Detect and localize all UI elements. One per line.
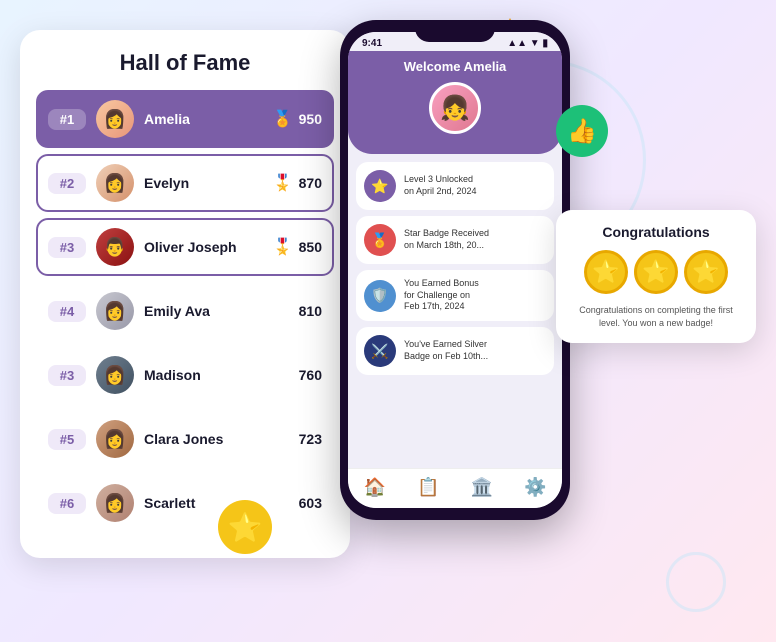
stars-row: ⭐ ⭐ ⭐ xyxy=(570,250,742,294)
phone-notch xyxy=(415,20,495,42)
congrats-popup: Congratulations ⭐ ⭐ ⭐ Congratulations on… xyxy=(556,210,756,343)
avatar: 👨 xyxy=(96,228,134,266)
avatar: 👩 xyxy=(96,356,134,394)
hall-of-fame-title: Hall of Fame xyxy=(36,50,334,76)
avatar: 👩 xyxy=(96,164,134,202)
activity-text: Star Badge Receivedon March 18th, 20... xyxy=(404,228,489,251)
leaderboard-row[interactable]: #5 👩 Clara Jones 723 xyxy=(36,410,334,468)
leaderboard-row[interactable]: #3 👨 Oliver Joseph 🎖️ 850 xyxy=(36,218,334,276)
star-icon-2: ⭐ xyxy=(634,250,678,294)
leaderboard-row[interactable]: #2 👩 Evelyn 🎖️ 870 xyxy=(36,154,334,212)
nav-settings-icon[interactable]: ⚙️ xyxy=(524,477,546,498)
leaderboard-row[interactable]: #3 👩 Madison 760 xyxy=(36,346,334,404)
nav-activity-icon[interactable]: 📋 xyxy=(417,477,439,498)
player-name: Evelyn xyxy=(144,175,273,191)
status-time: 9:41 xyxy=(362,38,382,49)
phone-body: 9:41 ▲▲ ▼ ▮ Welcome Amelia 👧 ⭐ Level 3 U… xyxy=(340,20,570,520)
rank-badge: #1 xyxy=(48,109,86,130)
activity-icon: 🏅 xyxy=(364,224,396,256)
star-decoration: ⭐ xyxy=(218,500,272,554)
activity-icon: ⭐ xyxy=(364,170,396,202)
circle-decoration xyxy=(666,552,726,612)
user-avatar: 👧 xyxy=(429,82,481,134)
player-score: 870 xyxy=(299,175,322,191)
status-icons: ▲▲ ▼ ▮ xyxy=(507,38,548,49)
hall-of-fame-card: Hall of Fame #1 👩 Amelia 🏅 950 #2 👩 Evel… xyxy=(20,30,350,558)
avatar: 👩 xyxy=(96,420,134,458)
congrats-title: Congratulations xyxy=(570,224,742,240)
thumbs-up-icon: 👍 xyxy=(556,105,608,157)
nav-leaderboard-icon[interactable]: 🏛️ xyxy=(471,477,493,498)
leaderboard-row[interactable]: #6 👩 Scarlett 603 xyxy=(36,474,334,532)
leaderboard-row[interactable]: #4 👩 Emily Ava 810 xyxy=(36,282,334,340)
activity-text: Level 3 Unlockedon April 2nd, 2024 xyxy=(404,174,477,197)
player-score: 850 xyxy=(299,239,322,255)
avatar: 👩 xyxy=(96,484,134,522)
star-icon-1: ⭐ xyxy=(584,250,628,294)
player-score: 603 xyxy=(299,495,322,511)
activity-icon: 🛡️ xyxy=(364,280,396,312)
activity-item[interactable]: ⭐ Level 3 Unlockedon April 2nd, 2024 xyxy=(356,162,554,210)
rank-badge: #6 xyxy=(48,493,86,514)
player-name: Scarlett xyxy=(144,495,299,511)
player-name: Clara Jones xyxy=(144,431,299,447)
rank-badge: #3 xyxy=(48,237,86,258)
bottom-nav: 🏠 📋 🏛️ ⚙️ xyxy=(348,468,562,508)
rank-badge: #3 xyxy=(48,365,86,386)
phone-mockup: 9:41 ▲▲ ▼ ▮ Welcome Amelia 👧 ⭐ Level 3 U… xyxy=(340,20,570,520)
activity-text: You Earned Bonusfor Challenge onFeb 17th… xyxy=(404,278,479,313)
star-icon-3: ⭐ xyxy=(684,250,728,294)
player-score: 723 xyxy=(299,431,322,447)
nav-home-icon[interactable]: 🏠 xyxy=(364,477,386,498)
player-score: 810 xyxy=(299,303,322,319)
activity-text: You've Earned SilverBadge on Feb 10th... xyxy=(404,339,488,362)
player-name: Madison xyxy=(144,367,299,383)
player-score: 760 xyxy=(299,367,322,383)
congrats-description: Congratulations on completing the first … xyxy=(570,304,742,329)
activity-item[interactable]: 🛡️ You Earned Bonusfor Challenge onFeb 1… xyxy=(356,270,554,321)
medal-icon: 🎖️ xyxy=(273,173,293,193)
player-name: Emily Ava xyxy=(144,303,299,319)
activity-feed: ⭐ Level 3 Unlockedon April 2nd, 2024 🏅 S… xyxy=(348,154,562,490)
activity-icon: ⚔️ xyxy=(364,335,396,367)
rank-badge: #5 xyxy=(48,429,86,450)
avatar: 👩 xyxy=(96,292,134,330)
phone-header: Welcome Amelia 👧 xyxy=(348,51,562,154)
welcome-text: Welcome Amelia xyxy=(362,59,548,74)
avatar: 👩 xyxy=(96,100,134,138)
leaderboard-row[interactable]: #1 👩 Amelia 🏅 950 xyxy=(36,90,334,148)
player-name: Amelia xyxy=(144,111,273,127)
rank-badge: #2 xyxy=(48,173,86,194)
activity-item[interactable]: 🏅 Star Badge Receivedon March 18th, 20..… xyxy=(356,216,554,264)
medal-icon: 🏅 xyxy=(273,109,293,129)
phone-screen: 9:41 ▲▲ ▼ ▮ Welcome Amelia 👧 ⭐ Level 3 U… xyxy=(348,32,562,508)
rank-badge: #4 xyxy=(48,301,86,322)
medal-icon: 🎖️ xyxy=(273,237,293,257)
player-name: Oliver Joseph xyxy=(144,239,273,255)
activity-item[interactable]: ⚔️ You've Earned SilverBadge on Feb 10th… xyxy=(356,327,554,375)
player-score: 950 xyxy=(299,111,322,127)
